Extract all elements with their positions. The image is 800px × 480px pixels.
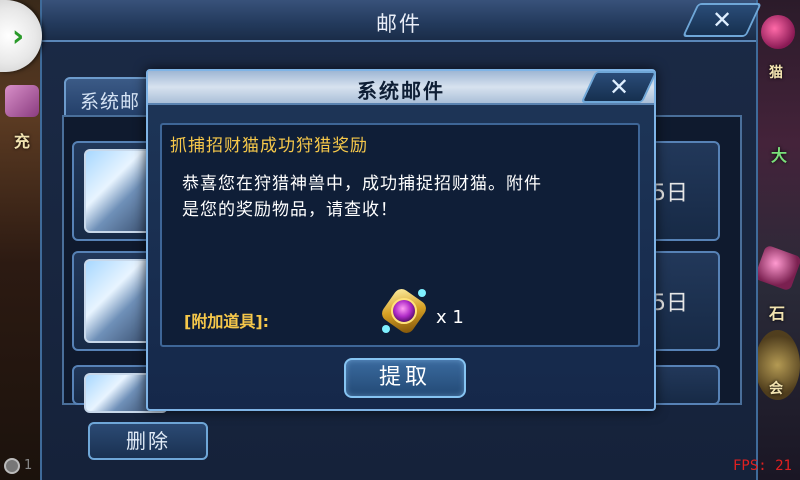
character-portrait-icon <box>761 15 795 49</box>
side-text-right-2: 大 <box>771 146 788 165</box>
mail-body-line: 是您的奖励物品，请查收！ <box>182 200 398 220</box>
side-text-left: 充 <box>14 132 31 151</box>
mail-header: 邮件 ✕ <box>42 0 762 42</box>
background-scene-right: 猫 大 石 会 <box>753 0 800 480</box>
mail-subject: 抓捕招财猫成功狩猎奖励 <box>170 136 368 156</box>
attachment-label: [附加道具]: <box>184 312 270 331</box>
gift-icon <box>5 85 39 117</box>
status-icon <box>4 458 20 474</box>
status-text: 1 <box>24 458 33 473</box>
chevron-right-icon: › <box>11 18 25 54</box>
gem-icon <box>753 244 800 292</box>
mail-date: 5日 <box>652 291 688 316</box>
close-icon: ✕ <box>711 6 733 34</box>
dialog-header: 系统邮件 ✕ <box>148 71 658 105</box>
background-scene-left: 充 <box>0 0 45 480</box>
attachment-quantity: x 1 <box>436 307 464 328</box>
system-mail-dialog: 系统邮件 ✕ 抓捕招财猫成功狩猎奖励 恭喜您在狩猎神兽中，成功捕捉招财猫。附件 … <box>146 69 658 411</box>
side-text-right-1: 猫 <box>769 65 783 81</box>
mail-date: 5日 <box>652 181 688 206</box>
gem-amulet-icon[interactable] <box>376 283 432 339</box>
dialog-title: 系统邮件 <box>357 79 445 103</box>
claim-button[interactable]: 提取 <box>344 358 466 398</box>
side-text-right-3: 石 <box>769 304 786 323</box>
mail-title: 邮件 <box>376 12 422 36</box>
mail-body-line: 恭喜您在狩猎神兽中，成功捕捉招财猫。附件 <box>182 174 542 194</box>
delete-button[interactable]: 删除 <box>88 422 208 460</box>
fps-counter: FPS: 21 <box>732 458 792 474</box>
close-icon: ✕ <box>608 73 630 101</box>
mail-body: 恭喜您在狩猎神兽中，成功捕捉招财猫。附件 是您的奖励物品，请查收！ <box>182 171 622 223</box>
side-text-right-4: 会 <box>769 381 783 397</box>
